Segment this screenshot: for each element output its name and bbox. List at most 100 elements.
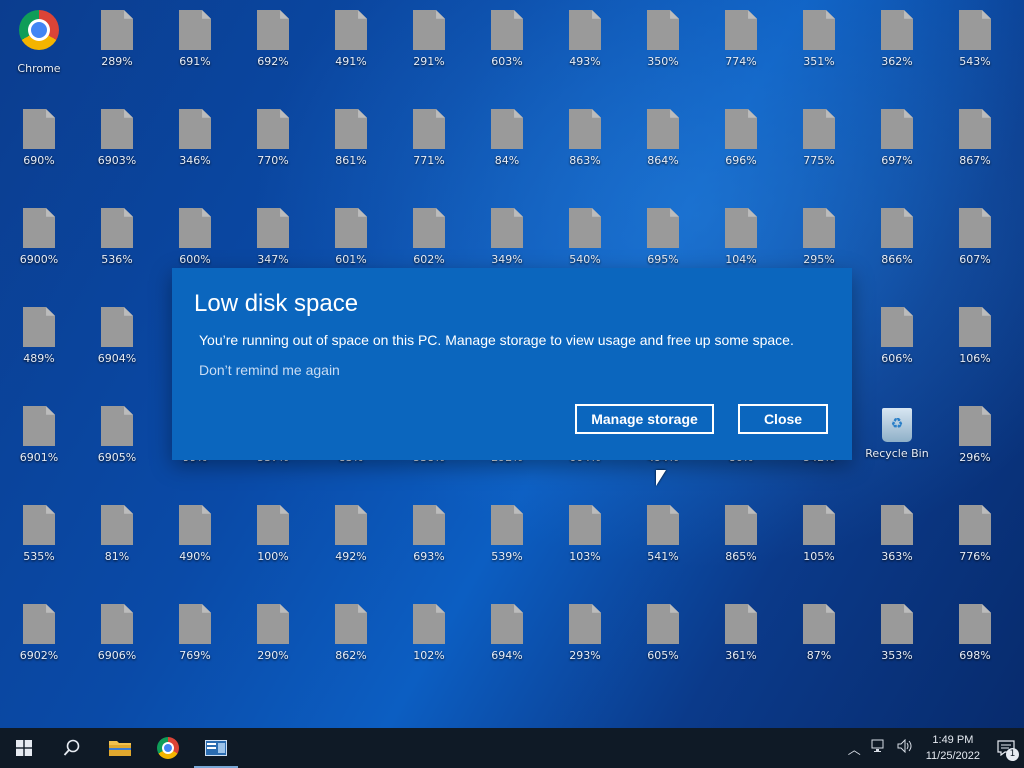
file-icon bbox=[413, 208, 445, 248]
desktop-file-icon[interactable]: 694% bbox=[468, 594, 546, 690]
desktop-file-icon[interactable]: 865% bbox=[702, 495, 780, 591]
desktop-file-icon[interactable]: 862% bbox=[312, 594, 390, 690]
dialog-message: You’re running out of space on this PC. … bbox=[199, 332, 794, 348]
desktop-file-icon[interactable]: 691% bbox=[156, 0, 234, 96]
file-icon bbox=[647, 604, 679, 644]
clock[interactable]: 1:49 PM 11/25/2022 bbox=[918, 732, 988, 764]
desktop-file-icon[interactable]: 693% bbox=[390, 495, 468, 591]
desktop-file-icon[interactable]: 770% bbox=[234, 99, 312, 195]
file-icon bbox=[959, 208, 991, 248]
desktop-icon-label: 698% bbox=[959, 649, 991, 662]
desktop-file-icon[interactable]: 607% bbox=[936, 198, 1014, 294]
desktop-file-icon[interactable]: 81% bbox=[78, 495, 156, 591]
desktop-file-icon[interactable]: 493% bbox=[546, 0, 624, 96]
system-app-taskbar-button[interactable] bbox=[192, 728, 240, 768]
desktop-file-icon[interactable]: 350% bbox=[624, 0, 702, 96]
desktop-file-icon[interactable]: 103% bbox=[546, 495, 624, 591]
file-icon bbox=[23, 109, 55, 149]
desktop-file-icon[interactable]: 866% bbox=[858, 198, 936, 294]
desktop-file-icon[interactable]: 692% bbox=[234, 0, 312, 96]
desktop-file-icon[interactable]: 492% bbox=[312, 495, 390, 591]
desktop-file-icon[interactable]: 603% bbox=[468, 0, 546, 96]
desktop-file-icon[interactable]: 6904% bbox=[78, 297, 156, 393]
file-icon bbox=[803, 208, 835, 248]
search-button[interactable] bbox=[48, 728, 96, 768]
desktop-file-icon[interactable]: 864% bbox=[624, 99, 702, 195]
desktop-file-icon[interactable]: 102% bbox=[390, 594, 468, 690]
file-explorer-button[interactable] bbox=[96, 728, 144, 768]
file-icon bbox=[647, 208, 679, 248]
close-button[interactable]: Close bbox=[738, 404, 828, 434]
desktop-file-icon[interactable]: 697% bbox=[858, 99, 936, 195]
system-tray: ︿ 1:49 PM 11/25/2022 1 bbox=[843, 728, 1024, 768]
desktop-file-icon[interactable]: 605% bbox=[624, 594, 702, 690]
desktop-file-icon[interactable]: 353% bbox=[858, 594, 936, 690]
desktop-file-icon[interactable]: 6903% bbox=[78, 99, 156, 195]
action-center-button[interactable]: 1 bbox=[988, 728, 1024, 768]
desktop-icon-label: Recycle Bin bbox=[865, 447, 929, 460]
desktop-file-icon[interactable]: 771% bbox=[390, 99, 468, 195]
desktop-file-icon[interactable]: 6905% bbox=[78, 396, 156, 492]
desktop-file-icon[interactable]: 363% bbox=[858, 495, 936, 591]
file-icon bbox=[257, 109, 289, 149]
desktop-file-icon[interactable]: 105% bbox=[780, 495, 858, 591]
desktop-file-icon[interactable]: 361% bbox=[702, 594, 780, 690]
desktop-file-icon[interactable]: 698% bbox=[936, 594, 1014, 690]
desktop-file-icon[interactable]: 539% bbox=[468, 495, 546, 591]
desktop-file-icon[interactable]: 6902% bbox=[0, 594, 78, 690]
network-icon[interactable] bbox=[866, 739, 892, 757]
desktop-file-icon[interactable]: 346% bbox=[156, 99, 234, 195]
desktop-file-icon[interactable]: 606% bbox=[858, 297, 936, 393]
volume-icon[interactable] bbox=[892, 738, 918, 757]
desktop-file-icon[interactable]: 290% bbox=[234, 594, 312, 690]
desktop-icon-label: 6904% bbox=[97, 352, 137, 365]
desktop-file-icon[interactable]: 491% bbox=[312, 0, 390, 96]
desktop-file-icon[interactable]: 6906% bbox=[78, 594, 156, 690]
desktop-file-icon[interactable]: 293% bbox=[546, 594, 624, 690]
desktop-file-icon[interactable]: 106% bbox=[936, 297, 1014, 393]
start-button[interactable] bbox=[0, 728, 48, 768]
desktop-file-icon[interactable]: 536% bbox=[78, 198, 156, 294]
desktop-file-icon[interactable]: 351% bbox=[780, 0, 858, 96]
desktop-icon-label: 353% bbox=[881, 649, 913, 662]
desktop-file-icon[interactable]: 6900% bbox=[0, 198, 78, 294]
desktop-file-icon[interactable]: 774% bbox=[702, 0, 780, 96]
desktop-file-icon[interactable]: 6901% bbox=[0, 396, 78, 492]
desktop-icon-recycle-bin[interactable]: ♻ Recycle Bin bbox=[858, 396, 936, 492]
desktop-file-icon[interactable]: 863% bbox=[546, 99, 624, 195]
desktop-file-icon[interactable]: 769% bbox=[156, 594, 234, 690]
desktop-file-icon[interactable]: 490% bbox=[156, 495, 234, 591]
file-icon bbox=[569, 208, 601, 248]
desktop-file-icon[interactable]: 296% bbox=[936, 396, 1014, 492]
desktop-icon-label: 6903% bbox=[97, 154, 137, 167]
desktop-icon-label: 105% bbox=[803, 550, 835, 563]
desktop-file-icon[interactable]: 775% bbox=[780, 99, 858, 195]
show-hidden-icons-chevron-up-icon[interactable]: ︿ bbox=[843, 739, 866, 758]
desktop-file-icon[interactable]: 291% bbox=[390, 0, 468, 96]
dont-remind-link[interactable]: Don’t remind me again bbox=[199, 362, 340, 378]
desktop-file-icon[interactable]: 535% bbox=[0, 495, 78, 591]
desktop-file-icon[interactable]: 489% bbox=[0, 297, 78, 393]
desktop-file-icon[interactable]: 87% bbox=[780, 594, 858, 690]
desktop-file-icon[interactable]: 861% bbox=[312, 99, 390, 195]
desktop-file-icon[interactable]: 84% bbox=[468, 99, 546, 195]
file-icon bbox=[413, 109, 445, 149]
desktop-file-icon[interactable]: 543% bbox=[936, 0, 1014, 96]
desktop-icon-chrome[interactable]: Chrome bbox=[0, 0, 78, 96]
desktop-file-icon[interactable]: 867% bbox=[936, 99, 1014, 195]
chrome-taskbar-button[interactable] bbox=[144, 728, 192, 768]
desktop-icon-label: 771% bbox=[413, 154, 445, 167]
desktop-file-icon[interactable]: 541% bbox=[624, 495, 702, 591]
desktop-icon-label: 540% bbox=[569, 253, 601, 266]
file-icon bbox=[257, 208, 289, 248]
desktop-file-icon[interactable]: 690% bbox=[0, 99, 78, 195]
desktop-file-icon[interactable]: 289% bbox=[78, 0, 156, 96]
manage-storage-button[interactable]: Manage storage bbox=[575, 404, 714, 434]
file-icon bbox=[647, 109, 679, 149]
file-icon bbox=[647, 10, 679, 50]
desktop-icon-label: 289% bbox=[101, 55, 133, 68]
desktop-file-icon[interactable]: 776% bbox=[936, 495, 1014, 591]
desktop-file-icon[interactable]: 696% bbox=[702, 99, 780, 195]
desktop-file-icon[interactable]: 100% bbox=[234, 495, 312, 591]
desktop-file-icon[interactable]: 362% bbox=[858, 0, 936, 96]
